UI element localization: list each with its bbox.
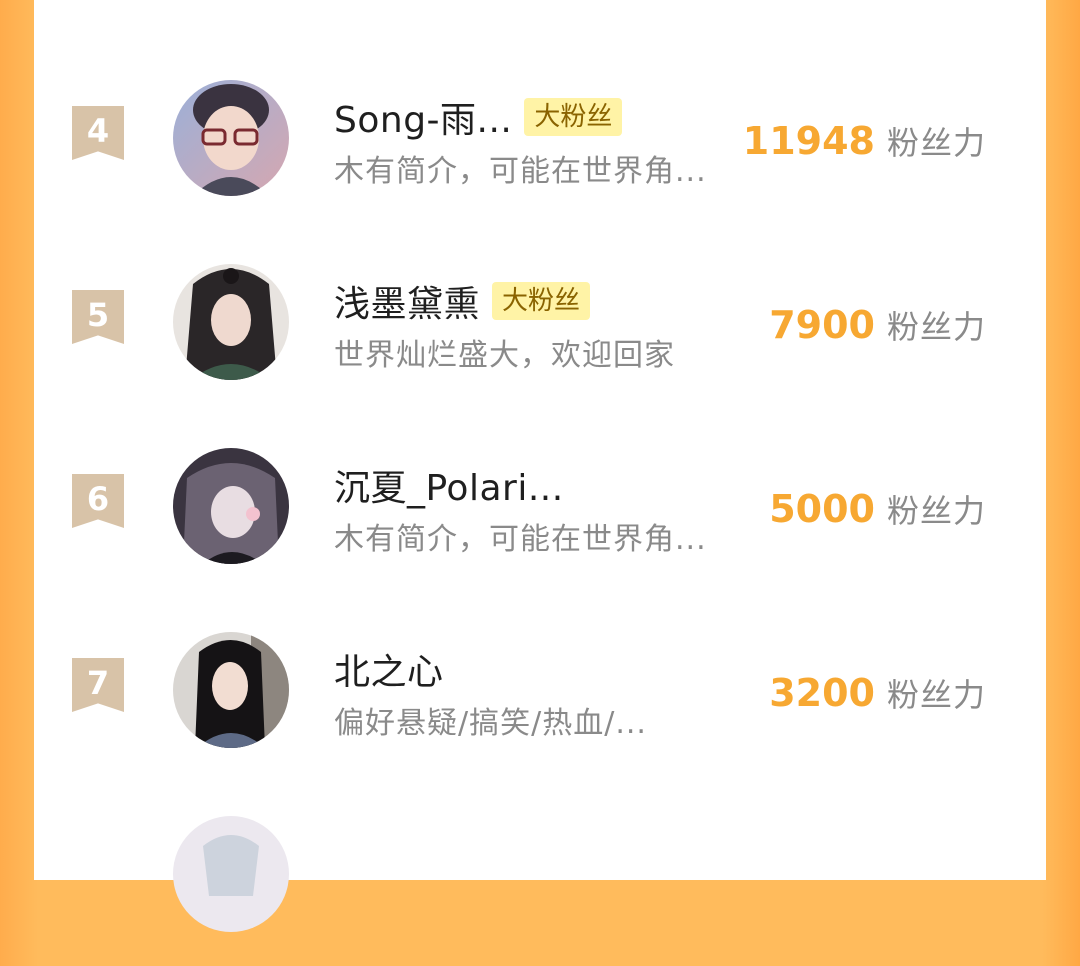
avatar[interactable] xyxy=(173,816,289,932)
rank-badge: 4 xyxy=(72,106,124,160)
fan-power-label: 粉丝力 xyxy=(886,492,986,530)
fan-power-value: 3200 xyxy=(769,671,875,715)
ranking-card: 4 Song-雨... 大粉丝 木有简介，可能在世界角... 11948 粉丝力… xyxy=(34,0,1046,932)
user-description: 木有简介，可能在世界角... xyxy=(334,154,707,189)
ranking-row-partial[interactable] xyxy=(34,816,1046,966)
user-name[interactable]: 浅墨黛熏 xyxy=(334,275,480,327)
fan-power: 3200 粉丝力 xyxy=(769,670,986,716)
name-line: 沉夏_Polari... xyxy=(334,459,564,511)
user-name[interactable]: Song-雨... xyxy=(334,91,512,143)
user-description: 木有简介，可能在世界角... xyxy=(334,522,707,557)
fan-power-label: 粉丝力 xyxy=(886,308,986,346)
user-description: 世界灿烂盛大，欢迎回家 xyxy=(334,338,675,373)
name-line: Song-雨... 大粉丝 xyxy=(334,91,623,143)
fan-power-value: 11948 xyxy=(742,119,875,163)
fan-power: 11948 粉丝力 xyxy=(743,118,986,164)
fan-power-label: 粉丝力 xyxy=(886,124,986,162)
avatar[interactable] xyxy=(173,80,289,196)
fan-power-value: 7900 xyxy=(769,303,875,347)
user-description: 偏好悬疑/搞笑/热血/... xyxy=(334,706,647,741)
rank-badge: 6 xyxy=(72,474,124,528)
avatar[interactable] xyxy=(173,448,289,564)
fan-power: 7900 粉丝力 xyxy=(769,302,986,348)
name-line: 浅墨黛熏 大粉丝 xyxy=(334,275,591,327)
rank-badge: 7 xyxy=(72,658,124,712)
name-line: 北之心 xyxy=(334,643,444,695)
user-name[interactable]: 沉夏_Polari... xyxy=(334,459,564,511)
fan-level-badge: 大粉丝 xyxy=(524,98,623,136)
ranking-row[interactable]: 6 沉夏_Polari... 木有简介，可能在世界角... 5000 粉丝力 xyxy=(34,448,1046,598)
user-name[interactable]: 北之心 xyxy=(334,643,444,695)
fan-power-value: 5000 xyxy=(769,487,875,531)
avatar[interactable] xyxy=(173,264,289,380)
fan-power-label: 粉丝力 xyxy=(886,676,986,714)
ranking-row[interactable]: 5 浅墨黛熏 大粉丝 世界灿烂盛大，欢迎回家 7900 粉丝力 xyxy=(34,264,1046,414)
ranking-row[interactable]: 7 北之心 偏好悬疑/搞笑/热血/... 3200 粉丝力 xyxy=(34,632,1046,782)
ranking-row[interactable]: 4 Song-雨... 大粉丝 木有简介，可能在世界角... 11948 粉丝力 xyxy=(34,80,1046,230)
rank-badge: 5 xyxy=(72,290,124,344)
avatar[interactable] xyxy=(173,632,289,748)
fan-power: 5000 粉丝力 xyxy=(769,486,986,532)
fan-level-badge: 大粉丝 xyxy=(492,282,591,320)
